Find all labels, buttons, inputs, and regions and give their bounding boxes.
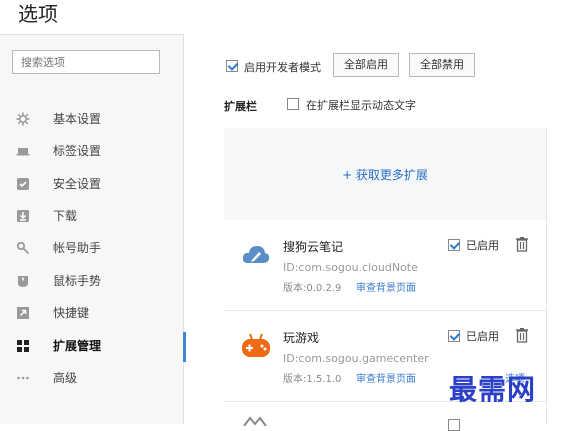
sidebar-item-security[interactable]: 安全设置: [0, 168, 184, 200]
inspect-background-link[interactable]: 审查背景页面: [356, 279, 416, 294]
sidebar-item-basic[interactable]: 基本设置: [0, 103, 184, 135]
disable-all-button[interactable]: 全部禁用: [409, 53, 475, 77]
tab-icon: [16, 148, 30, 156]
sidebar-item-mouse-gesture[interactable]: 鼠标手势: [0, 265, 184, 297]
sidebar-item-tabs[interactable]: 标签设置: [0, 135, 184, 167]
gear-icon: [16, 112, 30, 126]
sidebar-item-label: 下载: [53, 209, 78, 223]
enabled-label: 已启用: [466, 239, 499, 252]
enabled-label: 已启用: [466, 330, 499, 343]
cloud-note-icon: [242, 246, 270, 263]
sidebar-item-label: 安全设置: [53, 177, 102, 191]
sidebar-item-advanced[interactable]: 高级: [0, 362, 184, 394]
extbar-label: 扩展栏: [224, 100, 257, 113]
extension-name: 玩游戏: [283, 331, 320, 345]
shortcut-icon: [17, 307, 29, 319]
sidebar-item-download[interactable]: 下载: [0, 200, 184, 232]
sidebar: 基本设置 标签设置 安全设置 下载 帐号助手 鼠标手势 快捷键 扩展管理 高级: [0, 34, 186, 424]
extension-version: 版本:1.5.1.0: [283, 374, 342, 385]
trash-icon[interactable]: [515, 327, 529, 343]
sidebar-item-label: 高级: [53, 371, 78, 385]
enabled-checkbox[interactable]: [448, 419, 460, 431]
get-more-extensions-area: + 获取更多扩展: [224, 128, 546, 221]
extension-name: 搜狗云笔记: [283, 240, 344, 254]
sidebar-item-label: 基本设置: [53, 112, 102, 126]
mouse-icon: [18, 276, 28, 287]
dev-mode-label: 启用开发者模式: [244, 61, 321, 74]
show-dynamic-label: 在扩展栏显示动态文字: [306, 99, 416, 112]
trash-icon[interactable]: [515, 236, 529, 252]
sidebar-item-label: 扩展管理: [53, 339, 102, 353]
enabled-checkbox[interactable]: [448, 239, 460, 251]
sidebar-item-shortcuts[interactable]: 快捷键: [0, 297, 184, 329]
sidebar-item-account[interactable]: 帐号助手: [0, 232, 184, 264]
key-icon: [16, 241, 30, 255]
extension-card-cloudnote: 搜狗云笔记 ID:com.sogou.cloudNote 版本:0.0.2.9 …: [224, 220, 546, 311]
sidebar-item-label: 标签设置: [53, 144, 102, 158]
extension-icon: [243, 416, 267, 426]
sidebar-item-label: 帐号助手: [53, 241, 102, 255]
sidebar-item-label: 鼠标手势: [53, 274, 102, 288]
sidebar-item-label: 快捷键: [53, 306, 90, 320]
shield-check-icon: [17, 178, 29, 190]
dev-mode-checkbox[interactable]: [226, 60, 238, 72]
extension-id: ID:com.sogou.gamecenter: [283, 352, 429, 365]
download-icon: [17, 210, 29, 222]
show-dynamic-checkbox[interactable]: [287, 98, 299, 110]
grid-icon: [17, 340, 29, 352]
extension-version: 版本:0.0.2.9: [283, 283, 342, 294]
watermark: 最需网: [449, 373, 537, 406]
search-input[interactable]: [12, 50, 160, 74]
extension-id: ID:com.sogou.cloudNote: [283, 261, 418, 274]
page-title: 选项: [18, 2, 58, 26]
gamepad-icon: [242, 333, 270, 357]
enabled-checkbox[interactable]: [448, 330, 460, 342]
more-dots-icon: [17, 376, 29, 380]
sidebar-item-extensions[interactable]: 扩展管理: [0, 330, 186, 362]
enable-all-button[interactable]: 全部启用: [333, 53, 399, 77]
inspect-background-link[interactable]: 审查背景页面: [356, 370, 416, 385]
get-more-extensions-link[interactable]: + 获取更多扩展: [224, 166, 546, 183]
